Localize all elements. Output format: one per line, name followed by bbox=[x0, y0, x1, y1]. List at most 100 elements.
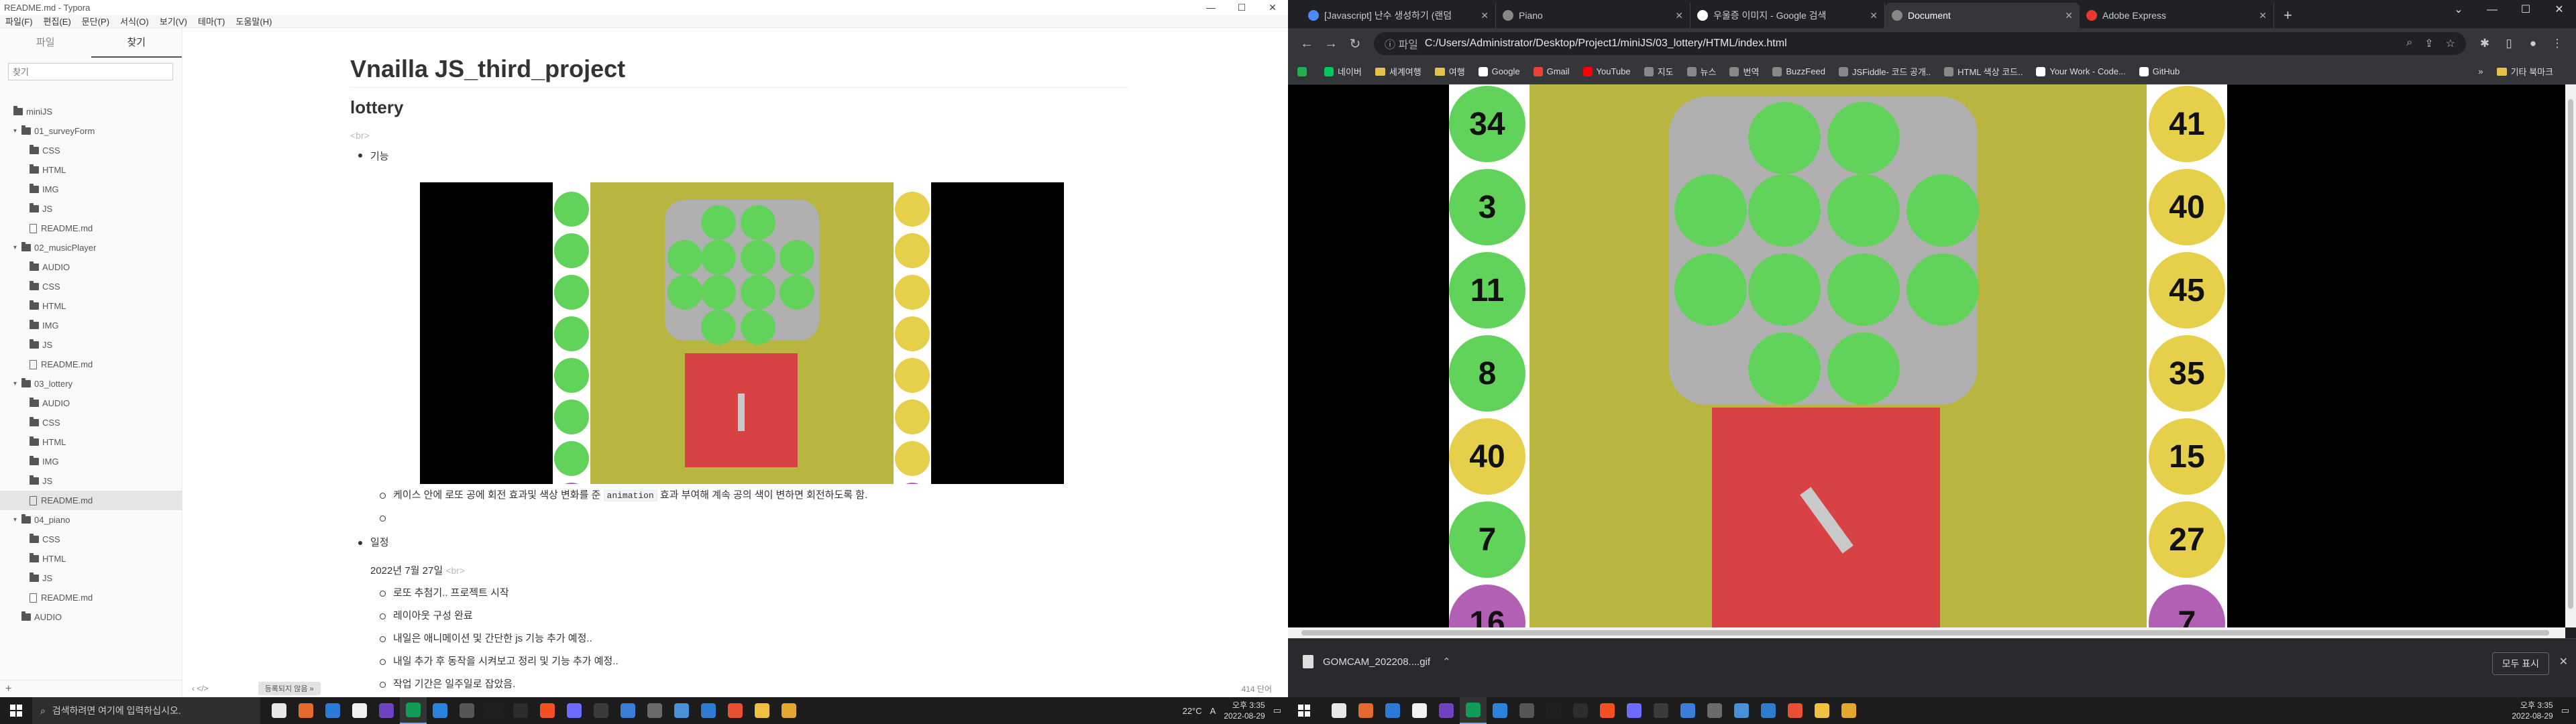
notification-icon[interactable]: ▭ bbox=[1273, 705, 1281, 716]
taskbar-app-icon[interactable] bbox=[507, 697, 534, 724]
taskbar-app-icon[interactable] bbox=[373, 697, 400, 724]
taskbar-app-icon[interactable] bbox=[775, 697, 802, 724]
zoom-icon[interactable]: ⌕ bbox=[2406, 37, 2412, 50]
taskbar-app-icon[interactable] bbox=[1674, 697, 1701, 724]
tree-folder[interactable]: IMG bbox=[0, 452, 182, 471]
taskbar-app-icon[interactable] bbox=[1809, 697, 1835, 724]
taskbar-app-icon[interactable] bbox=[292, 697, 319, 724]
tree-folder[interactable]: miniJS bbox=[0, 102, 182, 121]
tree-folder[interactable]: HTML bbox=[0, 432, 182, 452]
close-tab-icon[interactable]: ✕ bbox=[1481, 10, 1489, 21]
tree-folder[interactable]: HTML bbox=[0, 160, 182, 180]
tree-file[interactable]: README.md bbox=[0, 491, 182, 510]
extensions-icon[interactable]: ✱ bbox=[2473, 37, 2497, 50]
taskbar-app-icon[interactable] bbox=[1728, 697, 1755, 724]
taskbar-app-icon[interactable] bbox=[1755, 697, 1782, 724]
page-viewport[interactable]: 34 3 11 8 40 7 16 41 40 45 35 15 27 7 bbox=[1288, 84, 2576, 627]
bookmark-item[interactable]: BuzzFeed bbox=[1772, 66, 1825, 76]
tree-folder[interactable]: AUDIO bbox=[0, 394, 182, 413]
taskbar-app-icon[interactable] bbox=[534, 697, 561, 724]
bookmark-item[interactable]: 번역 bbox=[1729, 65, 1759, 78]
tree-folder[interactable]: JS bbox=[0, 199, 182, 219]
browser-tab[interactable]: Document ✕ bbox=[1885, 3, 2080, 28]
tree-folder[interactable]: JS bbox=[0, 568, 182, 588]
close-icon[interactable]: ✕ bbox=[2559, 655, 2568, 668]
close-icon[interactable]: ✕ bbox=[2542, 0, 2576, 20]
taskbar-app-icon[interactable] bbox=[1648, 697, 1674, 724]
minimize-icon[interactable]: — bbox=[2475, 0, 2509, 20]
clock[interactable]: 오후 3:35 2022-08-29 bbox=[1224, 700, 1265, 721]
taskbar-app-icon[interactable] bbox=[453, 697, 480, 724]
menu-icon[interactable]: ⋮ bbox=[2545, 37, 2569, 50]
taskbar-app-icon[interactable] bbox=[1406, 697, 1433, 724]
clock[interactable]: 오후 3:35 2022-08-29 bbox=[2512, 700, 2553, 721]
taskbar-app-icon[interactable] bbox=[722, 697, 749, 724]
taskbar-app-icon[interactable] bbox=[641, 697, 668, 724]
start-button[interactable] bbox=[1288, 705, 1320, 717]
tree-folder[interactable]: HTML bbox=[0, 549, 182, 568]
status-icons[interactable]: ‹ </> bbox=[192, 684, 209, 693]
taskbar-app-icon[interactable] bbox=[480, 697, 507, 724]
site-info-icon[interactable]: ⓘ 파일 bbox=[1385, 36, 1418, 52]
close-tab-icon[interactable]: ✕ bbox=[2065, 10, 2073, 21]
bookmark-item[interactable]: 여행 bbox=[1434, 65, 1465, 78]
taskbar-app-icon[interactable] bbox=[1326, 697, 1352, 724]
bookmark-star-icon[interactable]: ☆ bbox=[2446, 37, 2455, 50]
tree-file[interactable]: README.md bbox=[0, 219, 182, 238]
close-icon[interactable]: ✕ bbox=[1257, 2, 1288, 13]
vertical-scrollbar[interactable] bbox=[2565, 84, 2576, 627]
minimize-icon[interactable]: — bbox=[1195, 2, 1226, 13]
tree-folder[interactable]: JS bbox=[0, 471, 182, 491]
tree-folder[interactable]: AUDIO bbox=[0, 257, 182, 277]
weather-widget[interactable]: 22°C bbox=[1183, 706, 1202, 716]
menu-item[interactable]: 테마(T) bbox=[193, 15, 231, 27]
taskbar-app-icon[interactable] bbox=[1701, 697, 1728, 724]
chevron-down-icon[interactable]: ▾ bbox=[13, 380, 21, 387]
taskbar-app-icon[interactable] bbox=[1379, 697, 1406, 724]
forward-icon[interactable]: → bbox=[1319, 36, 1343, 52]
close-tab-icon[interactable]: ✕ bbox=[1675, 10, 1683, 21]
language-indicator[interactable]: A bbox=[1210, 706, 1216, 716]
maximize-icon[interactable]: ☐ bbox=[1226, 2, 1257, 13]
chevron-up-icon[interactable]: ⌃ bbox=[1442, 656, 1451, 668]
tree-folder[interactable]: IMG bbox=[0, 180, 182, 199]
tree-folder[interactable]: HTML bbox=[0, 296, 182, 316]
close-tab-icon[interactable]: ✕ bbox=[1870, 10, 1878, 21]
menu-item[interactable]: 문단(P) bbox=[76, 15, 115, 27]
taskbar-app-icon[interactable] bbox=[427, 697, 453, 724]
tree-folder[interactable]: ▾ 02_musicPlayer bbox=[0, 238, 182, 257]
bookmark-item[interactable]: 뉴스 bbox=[1686, 65, 1716, 78]
taskbar-app-icon[interactable] bbox=[1352, 697, 1379, 724]
other-bookmarks[interactable]: 기타 북마크 bbox=[2496, 65, 2553, 78]
bookmarks-more-icon[interactable]: » bbox=[2478, 66, 2483, 76]
start-button[interactable] bbox=[0, 705, 32, 717]
menu-item[interactable]: 보기(V) bbox=[154, 15, 193, 27]
profile-icon[interactable]: ● bbox=[2521, 37, 2545, 50]
menu-item[interactable]: 편집(E) bbox=[38, 15, 76, 27]
tree-folder[interactable]: CSS bbox=[0, 413, 182, 432]
word-count[interactable]: 414 단어 bbox=[1242, 683, 1272, 695]
browser-tab[interactable]: Adobe Express ✕ bbox=[2080, 3, 2274, 28]
taskbar-app-icon[interactable] bbox=[1567, 697, 1594, 724]
new-tab-icon[interactable]: + bbox=[2274, 3, 2302, 28]
browser-tab[interactable]: Piano ✕ bbox=[1496, 3, 1690, 28]
sidebar-search-input[interactable] bbox=[8, 63, 173, 80]
bookmark-item[interactable]: HTML 색상 코드.. bbox=[1944, 65, 2023, 78]
maximize-icon[interactable]: ☐ bbox=[2509, 0, 2542, 20]
taskbar-app-icon[interactable] bbox=[668, 697, 695, 724]
taskbar-app-icon[interactable] bbox=[1487, 697, 1513, 724]
reload-icon[interactable]: ↻ bbox=[1343, 36, 1367, 52]
menu-item[interactable]: 서식(O) bbox=[115, 15, 154, 27]
share-icon[interactable]: ⇪ bbox=[2424, 37, 2433, 50]
taskbar-app-icon[interactable] bbox=[346, 697, 373, 724]
tree-folder[interactable]: CSS bbox=[0, 141, 182, 160]
menu-item[interactable]: 파일(F) bbox=[0, 15, 38, 27]
bookmark-item[interactable]: 네이버 bbox=[1324, 65, 1362, 78]
chevron-down-icon[interactable]: ▾ bbox=[13, 516, 21, 524]
bookmark-item[interactable]: 세계여행 bbox=[1375, 65, 1421, 78]
reading-list-icon[interactable]: ▯ bbox=[2497, 37, 2521, 50]
tab-files[interactable]: 파일 bbox=[0, 28, 91, 58]
taskbar-app-icon[interactable] bbox=[561, 697, 588, 724]
taskbar-app-icon[interactable] bbox=[1835, 697, 1862, 724]
editor[interactable]: Vnailla JS_third_project lottery <br> 기능… bbox=[182, 28, 1288, 697]
